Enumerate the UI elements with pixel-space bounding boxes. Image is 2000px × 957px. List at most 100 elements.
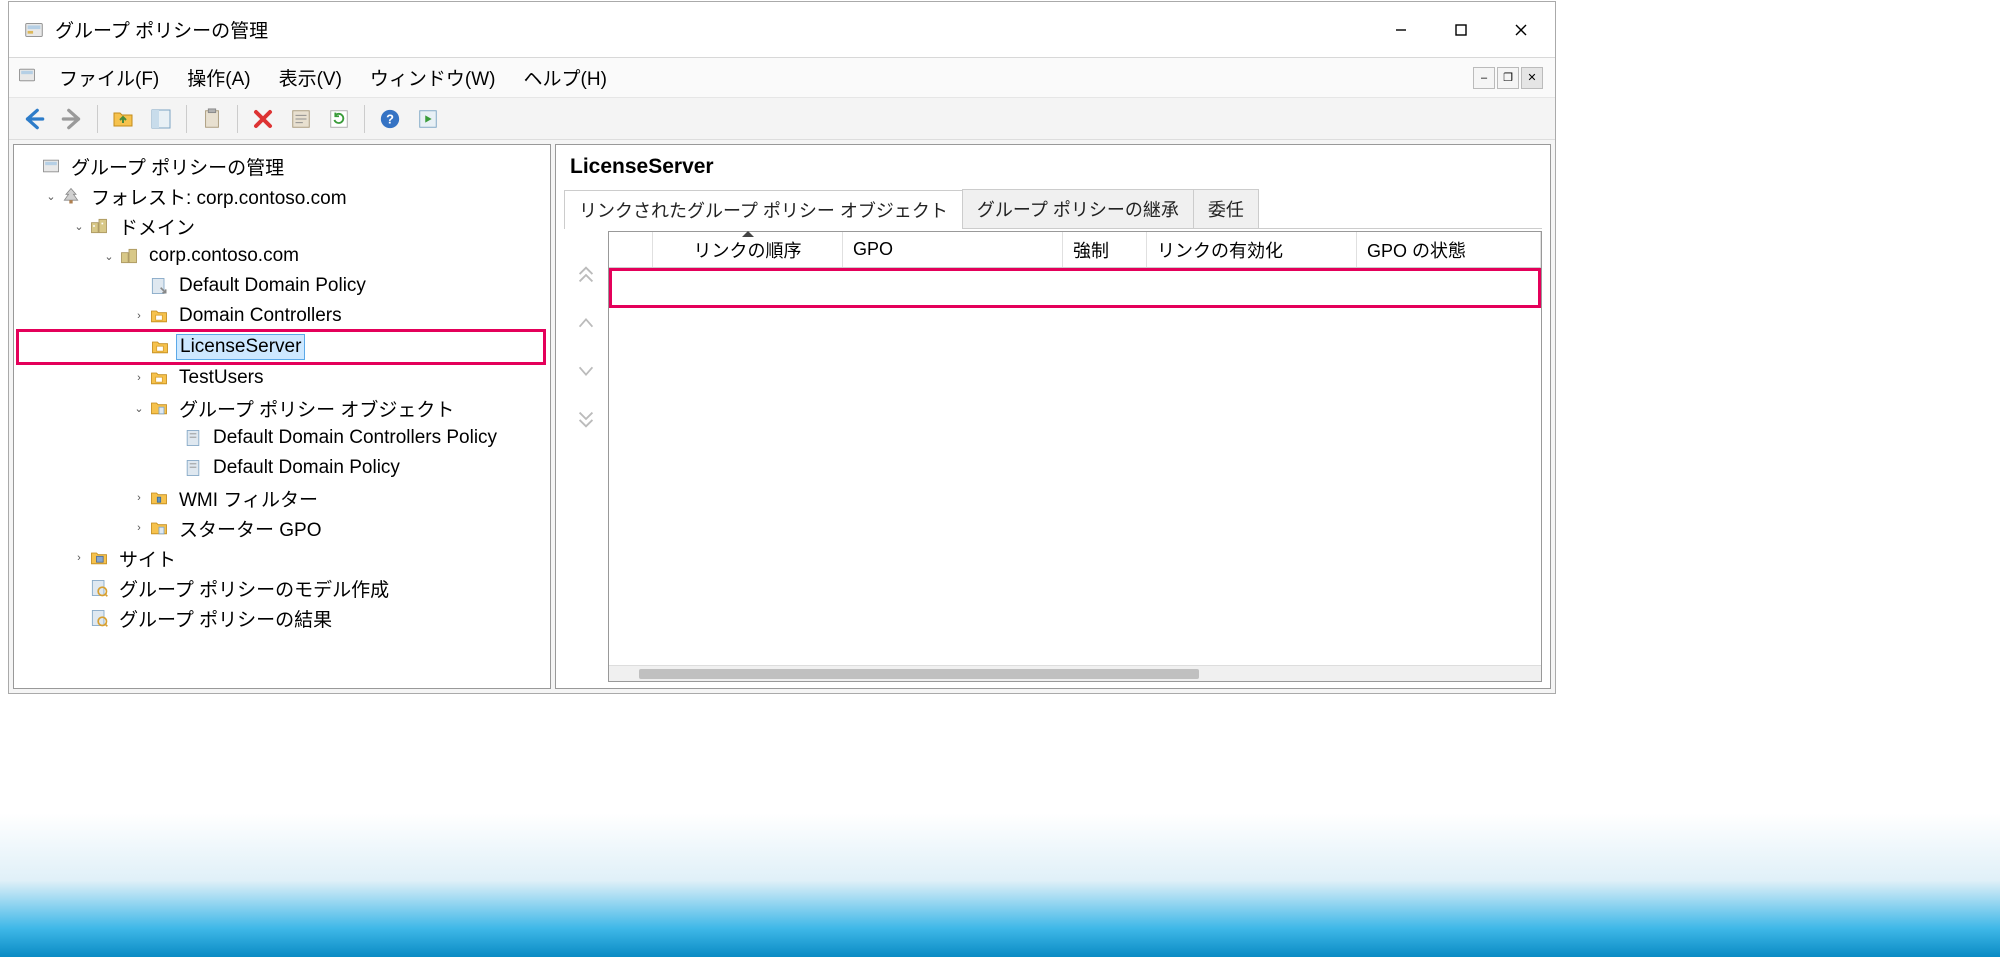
highlight-annotation: LicenseServer: [16, 329, 546, 365]
forest-icon: [60, 185, 82, 207]
refresh-button[interactable]: [322, 102, 356, 136]
tree-gpo-container[interactable]: ⌄ グループ ポリシー オブジェクト: [18, 393, 546, 423]
expander-open-icon[interactable]: ⌄: [42, 190, 60, 203]
tree-starter-label: スターター GPO: [176, 514, 325, 543]
tree-ddp-gpo-label: Default Domain Policy: [210, 456, 403, 480]
minimize-button[interactable]: [1371, 2, 1431, 57]
tree-modeling[interactable]: グループ ポリシーのモデル作成: [18, 573, 546, 603]
svg-text:?: ?: [386, 111, 394, 126]
detail-heading: LicenseServer: [564, 151, 1542, 183]
delete-button[interactable]: [246, 102, 280, 136]
starter-gpo-icon: [148, 517, 170, 539]
menu-app-icon: [17, 65, 37, 90]
modeling-icon: [88, 577, 110, 599]
menu-help[interactable]: ヘルプ(H): [510, 60, 621, 95]
main-content: グループ ポリシーの管理 ⌄ フォレスト: corp.contoso.com ⌄…: [9, 140, 1555, 693]
expander-closed-icon[interactable]: ›: [130, 372, 148, 384]
menu-bar: ファイル(F) 操作(A) 表示(V) ウィンドウ(W) ヘルプ(H) – ❐ …: [9, 58, 1555, 98]
column-gpo-status[interactable]: GPO の状態: [1357, 232, 1541, 267]
expander-closed-icon[interactable]: ›: [130, 310, 148, 322]
tab-inheritance[interactable]: グループ ポリシーの継承: [962, 189, 1194, 228]
reorder-controls: [564, 231, 608, 682]
mdi-close-button[interactable]: ✕: [1521, 67, 1543, 89]
tree-license-server-label: LicenseServer: [177, 335, 304, 359]
expander-closed-icon[interactable]: ›: [130, 522, 148, 534]
tree-forest[interactable]: ⌄ フォレスト: corp.contoso.com: [18, 181, 546, 211]
expander-open-icon[interactable]: ⌄: [100, 250, 118, 263]
move-up-button[interactable]: [570, 309, 602, 337]
tree-wmi[interactable]: › WMI フィルター: [18, 483, 546, 513]
mdi-minimize-button[interactable]: –: [1473, 67, 1495, 89]
table-body[interactable]: [609, 268, 1541, 665]
gpmc-icon: [40, 155, 62, 177]
tree-ddp-label: Default Domain Policy: [176, 274, 369, 298]
move-bottom-button[interactable]: [570, 405, 602, 433]
move-down-button[interactable]: [570, 357, 602, 385]
clipboard-button[interactable]: [195, 102, 229, 136]
forward-button[interactable]: [55, 102, 89, 136]
sites-icon: [88, 547, 110, 569]
column-enforced[interactable]: 強制: [1063, 232, 1147, 267]
column-link-enabled[interactable]: リンクの有効化: [1147, 232, 1357, 267]
toolbar-separator: [186, 105, 187, 133]
horizontal-scrollbar[interactable]: [609, 665, 1541, 681]
tree-results[interactable]: グループ ポリシーの結果: [18, 603, 546, 633]
ou-folder-icon: [149, 336, 171, 358]
close-button[interactable]: [1491, 2, 1551, 57]
expander-closed-icon[interactable]: ›: [130, 492, 148, 504]
up-folder-button[interactable]: [106, 102, 140, 136]
maximize-button[interactable]: [1431, 2, 1491, 57]
tree-ddcp[interactable]: Default Domain Controllers Policy: [18, 423, 546, 453]
tree-starter[interactable]: › スターター GPO: [18, 513, 546, 543]
menu-window[interactable]: ウィンドウ(W): [356, 60, 510, 95]
expander-open-icon[interactable]: ⌄: [70, 220, 88, 233]
app-icon: [23, 19, 45, 41]
detail-pane: LicenseServer リンクされたグループ ポリシー オブジェクト グルー…: [555, 144, 1551, 689]
tree-root[interactable]: グループ ポリシーの管理: [18, 151, 546, 181]
tree-test-users-label: TestUsers: [176, 366, 266, 390]
domain-icon: [118, 245, 140, 267]
tree-modeling-label: グループ ポリシーのモデル作成: [116, 574, 392, 603]
scrollbar-thumb[interactable]: [639, 669, 1199, 679]
toolbar: ?: [9, 98, 1555, 140]
run-button[interactable]: [411, 102, 445, 136]
move-top-button[interactable]: [570, 261, 602, 289]
back-button[interactable]: [17, 102, 51, 136]
column-gpo[interactable]: GPO: [843, 232, 1063, 267]
column-link-order[interactable]: リンクの順序: [653, 232, 843, 267]
tab-linked-gpos[interactable]: リンクされたグループ ポリシー オブジェクト: [564, 190, 963, 229]
tree-domain-label: corp.contoso.com: [146, 244, 302, 268]
expander-closed-icon[interactable]: ›: [70, 552, 88, 564]
tree-sites[interactable]: › サイト: [18, 543, 546, 573]
tree-domains-label: ドメイン: [116, 212, 198, 241]
show-tree-button[interactable]: [144, 102, 178, 136]
properties-button[interactable]: [284, 102, 318, 136]
ou-folder-icon: [148, 305, 170, 327]
wmi-folder-icon: [148, 487, 170, 509]
tree-root-label: グループ ポリシーの管理: [68, 152, 287, 181]
expander-open-icon[interactable]: ⌄: [130, 402, 148, 415]
tree-gpo-container-label: グループ ポリシー オブジェクト: [176, 394, 457, 423]
tree-domains[interactable]: ⌄ ドメイン: [18, 211, 546, 241]
tree-domain[interactable]: ⌄ corp.contoso.com: [18, 241, 546, 271]
menu-action[interactable]: 操作(A): [173, 60, 264, 95]
mdi-restore-button[interactable]: ❐: [1497, 67, 1519, 89]
table-header: リンクの順序 GPO 強制 リンクの有効化 GPO の状態: [609, 232, 1541, 268]
gpo-links-table[interactable]: リンクの順序 GPO 強制 リンクの有効化 GPO の状態: [608, 231, 1542, 682]
menu-view[interactable]: 表示(V): [265, 60, 356, 95]
column-blank[interactable]: [609, 232, 653, 267]
highlight-annotation: [609, 268, 1541, 308]
menu-file[interactable]: ファイル(F): [45, 60, 173, 95]
tree-pane[interactable]: グループ ポリシーの管理 ⌄ フォレスト: corp.contoso.com ⌄…: [13, 144, 551, 689]
help-button[interactable]: ?: [373, 102, 407, 136]
tree-license-server[interactable]: LicenseServer: [19, 332, 543, 362]
tree-default-domain-policy[interactable]: Default Domain Policy: [18, 271, 546, 301]
tree-ddp-gpo[interactable]: Default Domain Policy: [18, 453, 546, 483]
toolbar-separator: [237, 105, 238, 133]
tree-domain-controllers[interactable]: › Domain Controllers: [18, 301, 546, 331]
tab-delegation[interactable]: 委任: [1193, 189, 1259, 228]
ou-folder-icon: [148, 367, 170, 389]
table-area: リンクの順序 GPO 強制 リンクの有効化 GPO の状態: [564, 231, 1542, 682]
tree-test-users[interactable]: › TestUsers: [18, 363, 546, 393]
title-bar: グループ ポリシーの管理: [9, 2, 1555, 58]
